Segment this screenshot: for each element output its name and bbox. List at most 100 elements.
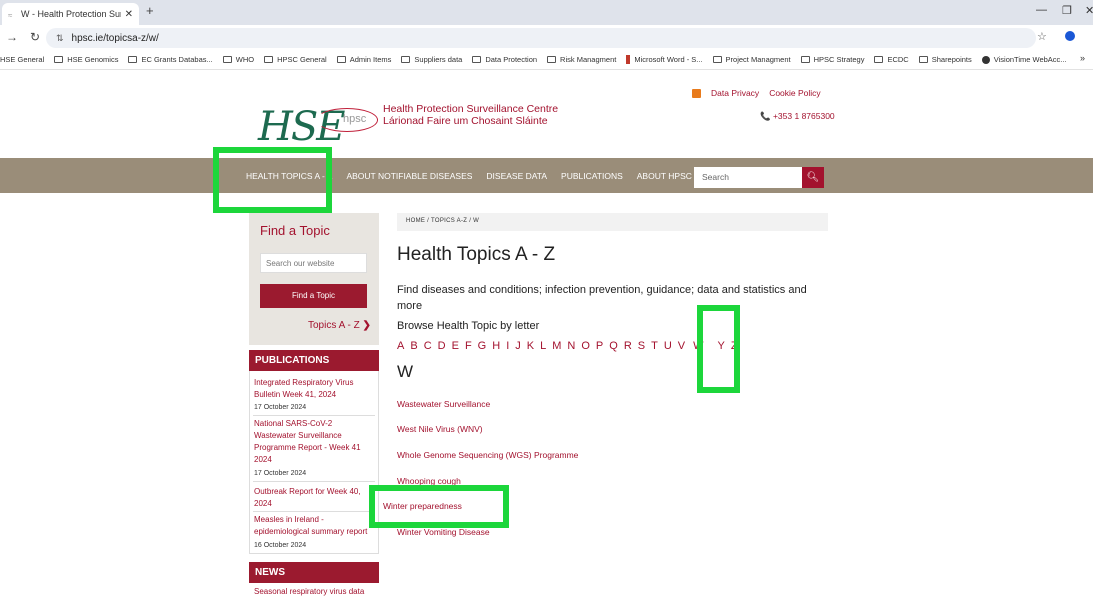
rss-icon[interactable] bbox=[692, 88, 701, 98]
site-info-icon[interactable]: ⇅ bbox=[56, 33, 64, 44]
publication-date: 17 October 2024 bbox=[254, 470, 307, 477]
letter-link[interactable]: C bbox=[424, 340, 432, 352]
news-heading: NEWS bbox=[249, 562, 379, 583]
bookmark-label: Admin Items bbox=[349, 55, 392, 64]
nav-notifiable-diseases[interactable]: ABOUT NOTIFIABLE DISEASES bbox=[346, 171, 472, 181]
find-topic-title: Find a Topic bbox=[260, 223, 330, 238]
bookmark-item[interactable]: Project Managment bbox=[712, 55, 791, 64]
topic-link[interactable]: Whole Genome Sequencing (WGS) Programme bbox=[397, 450, 578, 460]
letter-link[interactable]: O bbox=[581, 340, 590, 352]
bookmark-item[interactable]: Data Protection bbox=[472, 55, 537, 64]
more-bookmarks-icon[interactable]: » bbox=[1080, 53, 1085, 63]
nav-publications[interactable]: PUBLICATIONS bbox=[561, 171, 623, 181]
publication-link[interactable]: Outbreak Report for Week 40, 2024 bbox=[254, 486, 372, 510]
topic-link[interactable]: West Nile Virus (WNV) bbox=[397, 424, 483, 434]
letter-link[interactable]: G bbox=[478, 340, 487, 352]
data-privacy-link[interactable]: Data Privacy bbox=[711, 88, 759, 98]
letter-link[interactable]: I bbox=[506, 340, 509, 352]
highlight-box bbox=[213, 147, 332, 213]
chevron-right-icon: ❯ bbox=[362, 320, 371, 331]
bookmark-label: VisionTime WebAcc... bbox=[993, 55, 1067, 64]
phone-icon: 📞 bbox=[760, 111, 771, 121]
forward-icon[interactable]: → bbox=[6, 30, 18, 44]
letter-link[interactable]: Q bbox=[609, 340, 618, 352]
folder-icon bbox=[712, 56, 722, 63]
bookmark-item[interactable]: HPSC Strategy bbox=[800, 55, 865, 64]
folder-icon bbox=[472, 56, 482, 63]
letter-link[interactable]: P bbox=[596, 340, 603, 352]
topic-link[interactable]: Wastewater Surveillance bbox=[397, 399, 490, 409]
bookmark-item[interactable]: WHO bbox=[222, 55, 254, 64]
close-tab-icon[interactable]: ✕ bbox=[125, 9, 133, 20]
letter-link[interactable]: D bbox=[438, 340, 446, 352]
new-tab-icon[interactable]: + bbox=[146, 3, 154, 18]
letter-link[interactable]: H bbox=[492, 340, 500, 352]
letter-link[interactable]: F bbox=[465, 340, 472, 352]
hpsc-logo[interactable]: hpsc bbox=[316, 108, 378, 132]
bookmark-item[interactable]: VisionTime WebAcc... bbox=[981, 55, 1067, 64]
bookmark-item[interactable]: EC Grants Databas... bbox=[128, 55, 213, 64]
bookmark-label: HSE General bbox=[0, 55, 45, 64]
bookmark-label: HPSC Strategy bbox=[813, 55, 865, 64]
letter-link[interactable]: R bbox=[624, 340, 632, 352]
letter-link[interactable]: E bbox=[452, 340, 459, 352]
letter-link[interactable]: J bbox=[515, 340, 521, 352]
publication-link[interactable]: Integrated Respiratory Virus Bulletin We… bbox=[254, 377, 372, 401]
cookie-policy-link[interactable]: Cookie Policy bbox=[769, 88, 821, 98]
bookmark-item[interactable]: Sharepoints bbox=[918, 55, 972, 64]
letter-link[interactable]: A bbox=[397, 340, 404, 352]
news-link[interactable]: Seasonal respiratory virus data bbox=[254, 586, 372, 596]
main-nav: HEALTH TOPICS A - Z ABOUT NOTIFIABLE DIS… bbox=[0, 158, 1093, 193]
bookmark-item[interactable]: ECDC bbox=[874, 55, 909, 64]
bookmark-item[interactable]: Microsoft Word - S... bbox=[626, 55, 703, 64]
bookmark-star-icon[interactable]: ☆ bbox=[1037, 30, 1047, 43]
bookmarks-bar: HSE General HSE Genomics EC Grants Datab… bbox=[0, 50, 1093, 70]
breadcrumb[interactable]: HOME / TOPICS A-Z / W bbox=[397, 213, 828, 231]
letter-link[interactable]: L bbox=[540, 340, 546, 352]
tab-title: W - Health Protection Surveilla bbox=[21, 9, 121, 19]
publication-link[interactable]: Measles in Ireland - epidemiological sum… bbox=[254, 514, 372, 538]
topic-link[interactable]: Winter Vomiting Disease bbox=[397, 527, 490, 537]
browse-label: Browse Health Topic by letter bbox=[397, 320, 540, 332]
highlight-box bbox=[369, 485, 509, 528]
bookmark-item[interactable]: Admin Items bbox=[336, 55, 392, 64]
search-icon[interactable]: 🔍︎ bbox=[802, 167, 824, 188]
letter-link[interactable]: M bbox=[552, 340, 561, 352]
nav-disease-data[interactable]: DISEASE DATA bbox=[486, 171, 547, 181]
folder-icon bbox=[264, 56, 274, 63]
letter-link[interactable]: V bbox=[678, 340, 685, 352]
bookmark-item[interactable]: Suppliers data bbox=[401, 55, 462, 64]
browser-tab-bar: ≈ W - Health Protection Surveilla ✕ + — … bbox=[0, 0, 1093, 25]
site-favicon-icon: ≈ bbox=[8, 10, 13, 20]
bookmark-item[interactable]: HSE General bbox=[0, 55, 44, 64]
nav-about-hpsc[interactable]: ABOUT HPSC bbox=[637, 171, 692, 181]
bookmark-item[interactable]: HSE Genomics bbox=[54, 55, 118, 64]
folder-icon bbox=[547, 56, 557, 63]
url-field[interactable]: ⇅ hpsc.ie/topicsa-z/w/ bbox=[46, 28, 1036, 48]
letter-link[interactable]: S bbox=[638, 340, 645, 352]
letter-link[interactable]: T bbox=[651, 340, 658, 352]
letter-link[interactable]: N bbox=[567, 340, 575, 352]
letter-link[interactable]: K bbox=[527, 340, 534, 352]
letter-link[interactable]: B bbox=[410, 340, 417, 352]
nav-search-input[interactable]: Search bbox=[694, 167, 802, 188]
bookmark-label: EC Grants Databas... bbox=[141, 55, 213, 64]
bookmark-label: Risk Managment bbox=[560, 55, 617, 64]
publication-link[interactable]: National SARS-CoV-2 Wastewater Surveilla… bbox=[254, 418, 372, 466]
bookmark-item[interactable]: Risk Managment bbox=[547, 55, 616, 64]
reload-icon[interactable]: ↻ bbox=[30, 30, 40, 44]
folder-icon bbox=[918, 56, 928, 63]
letter-link[interactable]: U bbox=[664, 340, 672, 352]
profile-avatar[interactable] bbox=[1065, 31, 1075, 41]
topics-az-link[interactable]: Topics A - Z ❯ bbox=[308, 320, 371, 331]
site-search-input[interactable]: Search our website bbox=[260, 253, 367, 273]
browser-tab[interactable]: ≈ W - Health Protection Surveilla ✕ bbox=[2, 3, 139, 25]
divider bbox=[253, 481, 375, 482]
find-topic-button[interactable]: Find a Topic bbox=[260, 284, 367, 308]
bookmark-item[interactable]: HPSC General bbox=[264, 55, 327, 64]
top-links: Data Privacy Cookie Policy bbox=[692, 88, 831, 98]
publications-heading: PUBLICATIONS bbox=[249, 350, 379, 371]
close-window-icon[interactable]: ✕ bbox=[1085, 4, 1093, 17]
restore-icon[interactable]: ❐ bbox=[1062, 4, 1072, 17]
minimize-icon[interactable]: — bbox=[1036, 4, 1047, 16]
